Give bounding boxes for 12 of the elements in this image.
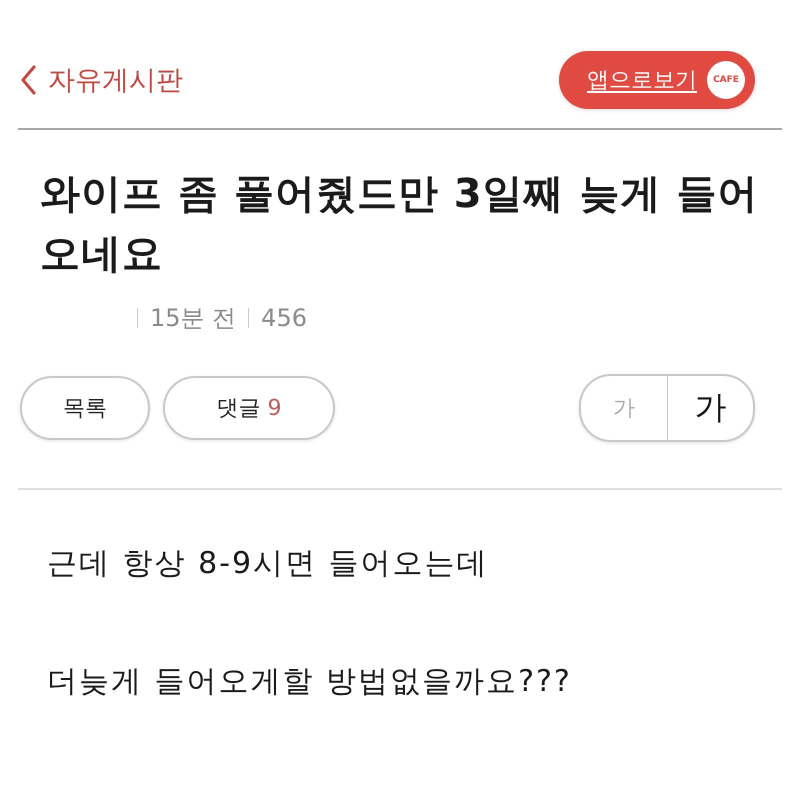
post-title: 와이프 좀 풀어줬드만 3일째 늦게 들어오네요 (40, 170, 760, 279)
font-increase-button[interactable]: 가 (668, 376, 753, 440)
open-in-app-button[interactable]: 앱으로보기 CAFE (559, 51, 755, 109)
list-button[interactable]: 목록 (20, 376, 150, 440)
chevron-left-icon (20, 65, 36, 95)
body-text: 더늦게 들어오게할 방법없을까요??? (47, 663, 573, 701)
cafe-logo: CAFE (707, 61, 745, 99)
back-link[interactable]: 자유게시판 (20, 62, 183, 98)
comments-button[interactable]: 댓글 9 (163, 376, 335, 440)
post-time: 15분 전 (150, 303, 236, 334)
view-count: 456 (261, 304, 307, 332)
body-text: 근데 항상 8-9시면 들어오는데 (47, 545, 490, 583)
